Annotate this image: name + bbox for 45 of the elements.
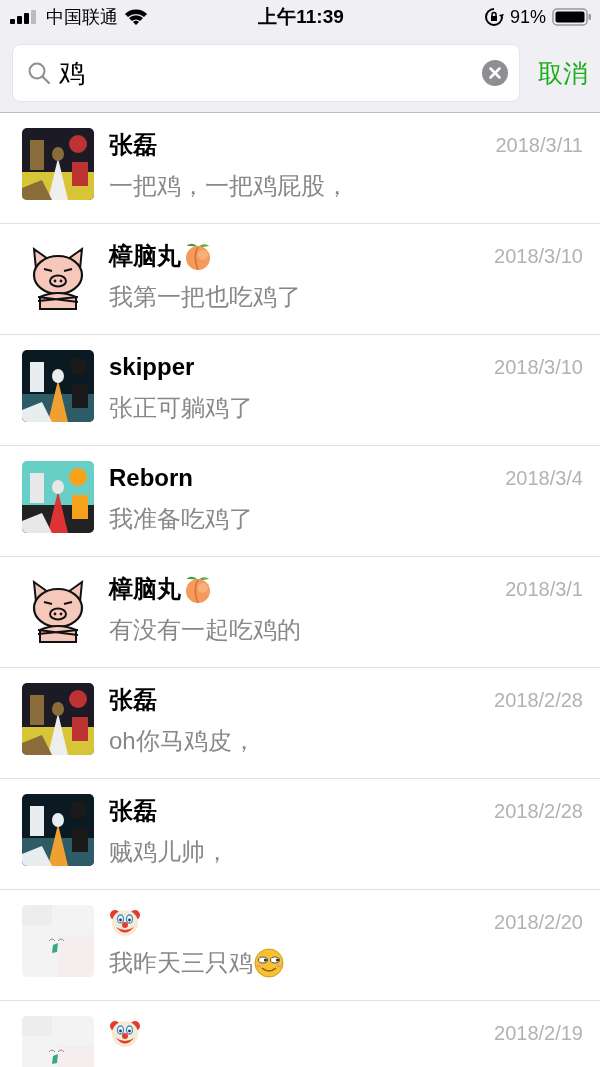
wifi-icon [124,8,148,26]
result-item[interactable]: 樟脑丸 2018/3/1 有没有一起吃鸡的 [0,557,600,668]
contact-name: 张磊 [109,130,157,160]
status-time: 上午11:39 [258,5,344,29]
result-item[interactable]: 2018/2/20 我昨天三只鸡 [0,890,600,1001]
message-date: 2018/3/11 [495,133,583,157]
message-date: 2018/3/1 [505,577,583,601]
message-date: 2018/2/28 [494,799,583,823]
clear-icon[interactable] [482,60,508,86]
contact-name: 张磊 [109,796,157,826]
search-field[interactable]: 鸡 [12,44,520,102]
contact-name: 樟脑丸 [109,574,181,604]
battery-icon [552,8,592,26]
search-icon [27,61,51,85]
message-preview: oh你马鸡皮， [109,726,256,756]
contact-name: 樟脑丸 [109,241,181,271]
message-preview: 有没有一起吃鸡的 [109,615,301,645]
contact-name: 张磊 [109,685,157,715]
result-item[interactable]: 张磊 2018/3/11 一把鸡，一把鸡屁股， [0,113,600,224]
result-item[interactable]: skipper 2018/3/10 张正可躺鸡了 [0,335,600,446]
peach-icon [183,574,213,604]
carrier-name: 中国联通 [46,6,118,29]
message-preview: 贼鸡儿帅， [109,837,229,867]
result-item[interactable]: 张磊 2018/2/28 贼鸡儿帅， [0,779,600,890]
message-date: 2018/2/28 [494,688,583,712]
message-date: 2018/2/19 [494,1021,583,1045]
smiley-icon [253,947,285,979]
message-preview: 张正可躺鸡了 [109,393,253,423]
message-preview: 我第一把也吃鸡了 [109,282,301,312]
contact-name: Reborn [109,464,193,492]
message-date: 2018/3/4 [505,466,583,490]
result-item[interactable]: 张磊 2018/2/28 oh你马鸡皮， [0,668,600,779]
message-date: 2018/3/10 [494,244,583,268]
message-date: 2018/2/20 [494,910,583,934]
message-preview: 我昨天三只鸡 [109,948,253,978]
result-item[interactable]: Reborn 2018/3/4 我准备吃鸡了 [0,446,600,557]
message-date: 2018/3/10 [494,355,583,379]
result-item[interactable]: 樟脑丸 2018/3/10 我第一把也吃鸡了 [0,224,600,335]
battery-percent: 91% [509,6,546,28]
message-preview: 我准备吃鸡了 [109,504,253,534]
contact-name: skipper [109,353,195,381]
search-input[interactable]: 鸡 [59,57,474,89]
peach-icon [183,241,213,271]
rotation-lock-icon [483,7,504,27]
message-preview: 一把鸡，一把鸡屁股， [109,171,349,201]
